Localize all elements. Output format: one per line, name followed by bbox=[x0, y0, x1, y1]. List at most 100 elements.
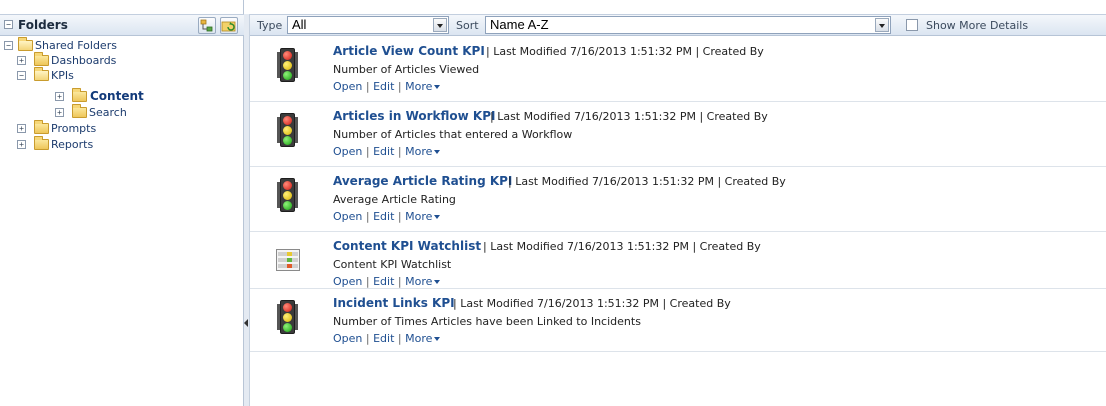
type-select[interactable]: All bbox=[287, 16, 449, 34]
tree-item-search[interactable]: + Search bbox=[3, 104, 203, 120]
item-description: Number of Times Articles have been Linke… bbox=[333, 315, 641, 328]
action-separator: | bbox=[397, 210, 402, 223]
expand-content-icon[interactable]: + bbox=[55, 92, 64, 101]
chevron-down-icon bbox=[434, 85, 441, 89]
tree-item-content[interactable]: + Content bbox=[3, 88, 203, 104]
list-item: Incident Links KPI | Last Modified 7/16/… bbox=[250, 290, 1106, 352]
chevron-down-icon bbox=[434, 280, 441, 284]
open-folder-icon bbox=[18, 37, 33, 51]
list-item: Average Article Rating KPI | Last Modifi… bbox=[250, 168, 1106, 232]
chevron-down-icon bbox=[434, 215, 441, 219]
expand-reports-icon[interactable]: + bbox=[17, 140, 26, 149]
expand-search-icon[interactable]: + bbox=[55, 108, 64, 117]
more-link-label: More bbox=[405, 332, 433, 345]
open-link[interactable]: Open bbox=[333, 80, 362, 93]
tree-item-label: Prompts bbox=[51, 122, 97, 135]
tree-item-label: Search bbox=[89, 106, 127, 119]
tree-item-label: Reports bbox=[51, 138, 94, 151]
tree-item-dashboards[interactable]: + Dashboards bbox=[3, 52, 203, 68]
expand-prompts-icon[interactable]: + bbox=[17, 124, 26, 133]
open-link[interactable]: Open bbox=[333, 275, 362, 288]
item-title-link[interactable]: Incident Links KPI bbox=[333, 296, 455, 310]
item-description: Content KPI Watchlist bbox=[333, 258, 452, 271]
item-meta: | Last Modified 7/16/2013 1:51:32 PM | C… bbox=[490, 110, 768, 123]
chevron-down-icon bbox=[434, 337, 441, 341]
sort-label: Sort bbox=[456, 19, 479, 32]
watchlist-icon bbox=[276, 249, 300, 271]
folder-action-button[interactable] bbox=[220, 17, 238, 34]
open-link[interactable]: Open bbox=[333, 332, 362, 345]
edit-link[interactable]: Edit bbox=[373, 210, 394, 223]
item-meta: | Last Modified 7/16/2013 1:51:32 PM | C… bbox=[486, 45, 764, 58]
type-label: Type bbox=[257, 19, 283, 32]
list-item: Articles in Workflow KPI | Last Modified… bbox=[250, 103, 1106, 167]
list-item: Content KPI Watchlist | Last Modified 7/… bbox=[250, 233, 1106, 289]
chevron-down-icon[interactable] bbox=[433, 18, 447, 32]
tree-item-reports[interactable]: + Reports bbox=[3, 136, 203, 152]
collapse-shared-folders-icon[interactable]: − bbox=[4, 41, 13, 50]
tree-item-kpis[interactable]: − KPIs bbox=[3, 67, 203, 83]
open-link[interactable]: Open bbox=[333, 145, 362, 158]
traffic-light-icon bbox=[277, 113, 298, 147]
action-separator: | bbox=[397, 275, 402, 288]
traffic-light-icon bbox=[277, 300, 298, 334]
more-link[interactable]: More bbox=[405, 210, 441, 223]
folders-panel-header: − Folders bbox=[0, 14, 244, 36]
item-meta: | Last Modified 7/16/2013 1:51:32 PM | C… bbox=[483, 240, 761, 253]
open-folder-icon bbox=[34, 67, 49, 81]
action-separator: | bbox=[365, 332, 370, 345]
item-title-link[interactable]: Article View Count KPI bbox=[333, 44, 485, 58]
filter-toolbar: Type All Sort Name A-Z Show More Details bbox=[250, 14, 1106, 36]
item-actions: Open | Edit | More bbox=[333, 145, 441, 158]
more-link[interactable]: More bbox=[405, 332, 441, 345]
type-select-value: All bbox=[292, 17, 307, 32]
action-separator: | bbox=[397, 145, 402, 158]
collapse-panel-arrow-icon[interactable] bbox=[244, 319, 248, 327]
folder-icon bbox=[34, 120, 49, 134]
action-separator: | bbox=[365, 210, 370, 223]
more-link[interactable]: More bbox=[405, 145, 441, 158]
edit-link[interactable]: Edit bbox=[373, 332, 394, 345]
collapse-folders-icon[interactable]: − bbox=[4, 20, 13, 29]
expand-dashboards-icon[interactable]: + bbox=[17, 56, 26, 65]
item-title-link[interactable]: Content KPI Watchlist bbox=[333, 239, 481, 253]
folder-icon bbox=[72, 104, 87, 118]
tree-item-shared-folders[interactable]: − Shared Folders bbox=[3, 37, 203, 53]
more-link-label: More bbox=[405, 80, 433, 93]
show-more-details-label: Show More Details bbox=[926, 19, 1029, 32]
collapse-kpis-icon[interactable]: − bbox=[17, 71, 26, 80]
folder-refresh-icon bbox=[221, 21, 236, 32]
item-actions: Open | Edit | More bbox=[333, 210, 441, 223]
more-link[interactable]: More bbox=[405, 275, 441, 288]
folder-icon bbox=[34, 52, 49, 66]
sort-select-value: Name A-Z bbox=[490, 17, 549, 32]
action-separator: | bbox=[365, 80, 370, 93]
list-item: Article View Count KPI | Last Modified 7… bbox=[250, 38, 1106, 102]
show-more-details-checkbox[interactable] bbox=[906, 19, 918, 31]
tree-item-label-selected: Content bbox=[90, 89, 144, 103]
item-description: Number of Articles that entered a Workfl… bbox=[333, 128, 573, 141]
item-description: Number of Articles Viewed bbox=[333, 63, 480, 76]
edit-link[interactable]: Edit bbox=[373, 145, 394, 158]
tree-item-label: Dashboards bbox=[51, 54, 117, 67]
action-separator: | bbox=[397, 80, 402, 93]
edit-link[interactable]: Edit bbox=[373, 275, 394, 288]
folder-icon bbox=[34, 136, 49, 150]
edit-link[interactable]: Edit bbox=[373, 80, 394, 93]
item-title-link[interactable]: Average Article Rating KPI bbox=[333, 174, 512, 188]
tree-view-button[interactable] bbox=[198, 17, 216, 34]
open-link[interactable]: Open bbox=[333, 210, 362, 223]
tree-view-icon bbox=[200, 19, 213, 32]
tree-item-label: Shared Folders bbox=[35, 39, 117, 52]
item-actions: Open | Edit | More bbox=[333, 275, 441, 288]
tree-item-prompts[interactable]: + Prompts bbox=[3, 120, 203, 136]
more-link[interactable]: More bbox=[405, 80, 441, 93]
traffic-light-icon bbox=[277, 178, 298, 212]
chevron-down-icon[interactable] bbox=[875, 18, 889, 32]
action-separator: | bbox=[365, 275, 370, 288]
sort-select[interactable]: Name A-Z bbox=[485, 16, 891, 34]
item-actions: Open | Edit | More bbox=[333, 80, 441, 93]
more-link-label: More bbox=[405, 210, 433, 223]
item-title-link[interactable]: Articles in Workflow KPI bbox=[333, 109, 496, 123]
folder-icon bbox=[72, 88, 87, 102]
